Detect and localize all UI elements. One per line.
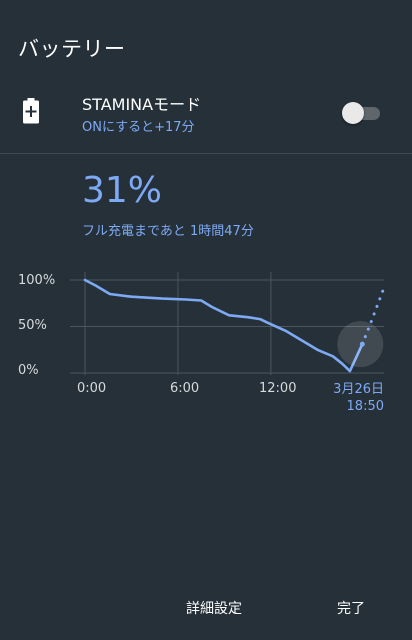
stamina-mode-toggle[interactable] <box>342 102 382 124</box>
battery-saver-icon <box>23 98 39 124</box>
stamina-mode-row[interactable]: STAMINAモード ONにすると+17分 <box>0 82 412 144</box>
y-tick-label: 0% <box>18 363 39 378</box>
x-tick-label: 0:00 <box>77 381 107 396</box>
details-settings-button[interactable]: 詳細設定 <box>186 598 242 618</box>
y-tick-label: 50% <box>18 318 47 333</box>
charge-remaining-text: フル充電まであと 1時間47分 <box>82 224 254 239</box>
battery-level-line <box>83 278 364 373</box>
done-button[interactable]: 完了 <box>337 598 365 618</box>
toggle-thumb <box>342 102 364 124</box>
page-title: バッテリー <box>18 37 126 61</box>
divider <box>0 153 412 154</box>
battery-usage-chart: 100% 50% 0% 0:00 6:00 12:00 3月26日 18:50 <box>0 262 412 422</box>
x-tick-label: 12:00 <box>259 381 297 396</box>
x-tick-label: 6:00 <box>170 381 200 396</box>
y-tick-label: 100% <box>18 273 56 288</box>
stamina-mode-label: STAMINAモード <box>82 95 202 114</box>
current-date: 3月26日 <box>333 382 384 397</box>
battery-screen: バッテリー STAMINAモード ONにすると+17分 31% フル充電まであと… <box>0 0 412 640</box>
current-date-label: 3月26日 18:50 <box>318 381 384 415</box>
current-time: 18:50 <box>346 399 384 414</box>
battery-percent: 31% <box>82 170 163 211</box>
stamina-mode-sublabel: ONにすると+17分 <box>82 120 195 135</box>
